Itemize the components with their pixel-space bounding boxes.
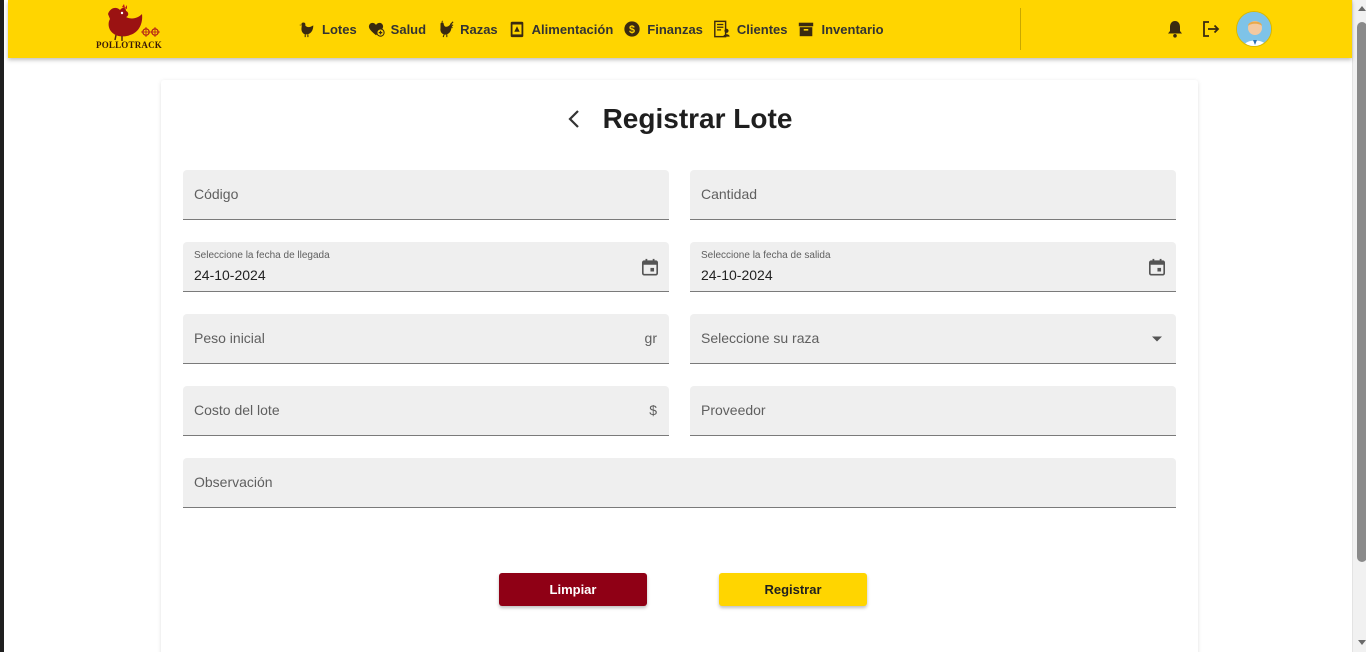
peso-inicial-field[interactable]: Peso inicial gr [183, 314, 669, 364]
codigo-placeholder: Código [194, 186, 239, 202]
nav-item-finanzas[interactable]: $ Finanzas [623, 20, 703, 38]
register-button[interactable]: Registrar [719, 573, 867, 606]
bell-icon [1168, 21, 1182, 38]
nav-label: Alimentación [531, 21, 614, 37]
dollar-coin-icon: $ [624, 21, 640, 37]
nav-label: Inventario [821, 21, 884, 37]
nav-item-razas[interactable]: Razas [436, 20, 498, 38]
register-lot-card: Registrar Lote Código Cantidad Seleccion… [161, 80, 1198, 652]
caret-down-icon [1152, 336, 1162, 342]
fecha-salida-value: 24-10-2024 [701, 267, 773, 283]
costo-placeholder: Costo del lote [194, 402, 280, 418]
cantidad-field[interactable]: Cantidad [690, 170, 1176, 220]
hen-icon [299, 22, 314, 38]
fecha-salida-label: Seleccione la fecha de salida [701, 250, 831, 261]
hen-logo-icon [108, 4, 160, 41]
clear-button[interactable]: Limpiar [499, 573, 647, 606]
fecha-llegada-value: 24-10-2024 [194, 267, 266, 283]
nav-item-inventario[interactable]: Inventario [797, 20, 884, 38]
scroll-up-arrow-icon[interactable] [1358, 6, 1366, 11]
back-button[interactable] [567, 107, 587, 131]
feed-bag-icon [510, 21, 523, 38]
nav-label: Salud [390, 21, 427, 37]
nav-label: Clientes [736, 21, 788, 37]
dropdown-toggle[interactable] [1146, 328, 1168, 350]
user-avatar-icon [1237, 12, 1271, 46]
brand-name: POLLOTRACK [96, 40, 163, 50]
brand-logo[interactable]: POLLOTRACK [96, 4, 166, 52]
calendar-button[interactable] [639, 256, 661, 278]
card-header: Registrar Lote [161, 102, 1198, 136]
fecha-llegada-label: Seleccione la fecha de llegada [194, 250, 330, 261]
logout-icon [1203, 21, 1220, 37]
peso-inicial-placeholder: Peso inicial [194, 330, 265, 346]
svg-text:$: $ [629, 24, 635, 36]
calendar-icon [1148, 258, 1166, 276]
proveedor-placeholder: Proveedor [701, 402, 766, 418]
calendar-icon [641, 258, 659, 276]
cantidad-placeholder: Cantidad [701, 186, 758, 202]
nav-label: Lotes [322, 21, 357, 37]
health-heart-icon [368, 22, 385, 37]
nav-label: Finanzas [647, 21, 703, 37]
costo-field[interactable]: Costo del lote $ [183, 386, 669, 436]
main-nav: Lotes Salud Razas Alimentación $ Finanza… [298, 18, 884, 40]
peso-unit-suffix: gr [644, 330, 657, 346]
nav-item-lotes[interactable]: Lotes [298, 20, 357, 38]
logout-button[interactable] [1200, 18, 1222, 40]
scroll-down-arrow-icon[interactable] [1358, 640, 1366, 645]
fecha-llegada-field[interactable]: Seleccione la fecha de llegada 24-10-202… [183, 242, 669, 292]
nav-item-salud[interactable]: Salud [367, 20, 426, 38]
vertical-scrollbar[interactable] [1352, 0, 1366, 652]
observacion-placeholder: Observación [194, 474, 273, 490]
page-title: Registrar Lote [602, 103, 793, 134]
codigo-field[interactable]: Código [183, 170, 669, 220]
raza-placeholder: Seleccione su raza [701, 330, 820, 346]
app-window: POLLOTRACK Lotes Salud Razas Alimentació… [0, 0, 1366, 652]
archive-box-icon [799, 22, 814, 37]
calendar-button[interactable] [1146, 256, 1168, 278]
client-card-icon [713, 20, 730, 38]
scroll-thumb[interactable] [1357, 22, 1366, 562]
proveedor-field[interactable]: Proveedor [690, 386, 1176, 436]
currency-suffix: $ [649, 402, 657, 418]
nav-divider [1020, 8, 1021, 50]
raza-select[interactable]: Seleccione su raza [690, 314, 1176, 364]
user-avatar[interactable] [1236, 11, 1272, 47]
chevron-left-icon [568, 110, 579, 128]
fecha-salida-field[interactable]: Seleccione la fecha de salida 24-10-2024 [690, 242, 1176, 292]
top-navbar: POLLOTRACK Lotes Salud Razas Alimentació… [8, 0, 1352, 58]
observacion-field[interactable]: Observación [183, 458, 1176, 508]
nav-item-alimentacion[interactable]: Alimentación [508, 20, 614, 38]
notifications-button[interactable] [1164, 18, 1186, 40]
nav-item-clientes[interactable]: Clientes [713, 20, 788, 38]
nav-actions [1164, 11, 1272, 47]
rooster-icon [440, 20, 454, 38]
nav-label: Razas [460, 21, 498, 37]
